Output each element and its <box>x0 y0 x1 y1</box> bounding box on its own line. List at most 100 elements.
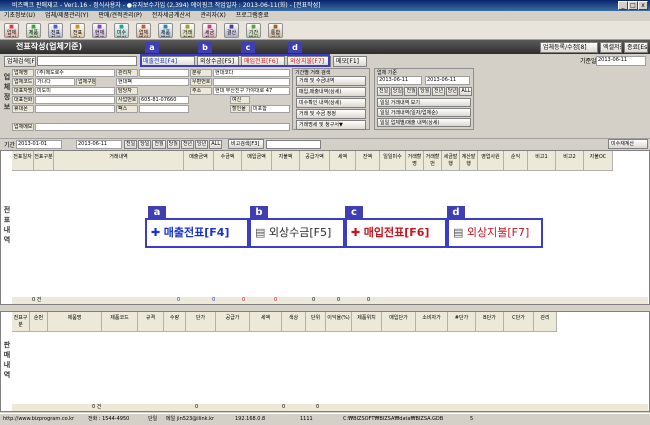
daily-trade-company-button[interactable]: 일일 거래내역(일자/업체순) <box>377 108 471 117</box>
field-biz-number[interactable]: 605-81-07660 <box>139 96 189 104</box>
column-header[interactable]: 수금액 <box>214 151 242 171</box>
daily-sales-detail-button[interactable]: 일일 업체별/매출 내역(상세) <box>377 118 471 127</box>
toolbar-inventory-button[interactable]: ■제품별재고 <box>158 23 173 38</box>
column-header[interactable]: #단가 <box>448 312 476 332</box>
period-quick-1[interactable]: 당일 <box>138 140 152 149</box>
column-header[interactable]: 매출금액 <box>184 151 214 171</box>
column-header[interactable]: 세액 <box>330 151 356 171</box>
field-category[interactable]: 현대코다 <box>213 69 290 77</box>
toolbar-tax-button[interactable]: ■세금계산서 <box>202 23 217 38</box>
column-header[interactable]: 관리 <box>534 312 557 332</box>
unpaid-detail-button[interactable]: 미수확인 내역(상세) <box>296 98 366 108</box>
filter-quick-4[interactable]: 전년 <box>431 87 445 96</box>
column-header[interactable]: 단가 <box>186 312 216 332</box>
field-company-code[interactable]: 가나다 <box>35 78 75 86</box>
column-header[interactable]: 수량 <box>164 312 186 332</box>
column-header[interactable]: 매입단가 <box>382 312 416 332</box>
column-header[interactable]: 단위 <box>306 312 326 332</box>
field-company-memo[interactable] <box>35 123 290 131</box>
toolbar-statement-button[interactable]: ■거래처명세 <box>180 23 195 38</box>
period-quick-2[interactable]: 전월 <box>152 140 166 149</box>
column-header[interactable]: 영업사원 <box>478 151 504 171</box>
toolbar-list-button[interactable]: ■전표리스트 <box>70 23 85 38</box>
column-header[interactable]: 순익 <box>504 151 528 171</box>
base-date-input[interactable]: 2013-06-11 <box>596 56 646 66</box>
column-header[interactable]: 제품명 <box>48 312 102 332</box>
column-header[interactable]: 세금발행 <box>442 151 460 171</box>
column-header[interactable]: 세액 <box>250 312 282 332</box>
column-header[interactable]: 계산발행 <box>460 151 478 171</box>
minimize-button[interactable]: _ <box>618 1 628 10</box>
toolbar-box-button[interactable]: ■제품관리 <box>26 23 41 38</box>
filter-quick-2[interactable]: 전월 <box>404 87 418 96</box>
unpaid-calc-button[interactable]: 미수채계산 <box>608 139 648 149</box>
column-header[interactable]: 거래할번 <box>424 151 442 171</box>
toolbar-chart-button[interactable]: ■ 결산 <box>224 23 239 38</box>
trade-detail-button[interactable]: 매입,매출내역(상세) <box>296 87 366 97</box>
trade-collect-button[interactable]: 거래 및 수금내역 <box>296 76 366 86</box>
column-header[interactable]: 이익율(%) <box>326 312 352 332</box>
exit-button[interactable]: 종료[Esc] <box>624 42 648 53</box>
toolbar-ledger-button[interactable]: ■업체별원장 <box>136 23 151 38</box>
filter-date-from[interactable]: 2013-06-11 <box>377 76 422 85</box>
field-address[interactable]: 현대 부산진구 가야대로 47 <box>213 87 290 95</box>
big-credit-collect-button[interactable]: ▤ 외상수금[F5] <box>249 218 345 248</box>
memo-button[interactable]: 메모[F1] <box>333 56 367 67</box>
period-quick-0[interactable]: 전일 <box>124 140 138 149</box>
column-header[interactable]: 전표일자 <box>12 151 34 171</box>
field-vat[interactable]: 미포함 <box>251 105 290 113</box>
menu-tax-invoice[interactable]: 전자세금계산서 <box>152 12 191 19</box>
filter-quick-5[interactable]: 당년 <box>445 87 459 96</box>
toolbar-search-button[interactable]: ■통합검색 <box>268 23 283 38</box>
column-header[interactable]: 공급가 <box>216 312 250 332</box>
column-header[interactable]: 규격 <box>138 312 164 332</box>
toolbar-stock-button[interactable]: ■현재재고 <box>92 23 107 38</box>
field-manager[interactable] <box>139 69 189 77</box>
column-header[interactable]: 순번 <box>30 312 48 332</box>
menu-basic[interactable]: 기초정보(U) <box>4 12 35 19</box>
field-mobile[interactable] <box>35 105 115 113</box>
column-header[interactable]: 잔액 <box>356 151 380 171</box>
column-header[interactable]: 전표구분 <box>12 312 30 332</box>
toolbar-document-button[interactable]: ■전표작성 <box>48 23 63 38</box>
toolbar-money-button[interactable]: ■미수미지급 <box>114 23 129 38</box>
big-credit-pay-button[interactable]: ▤ 외상지불[F7] <box>447 218 543 248</box>
status-url[interactable]: http://www.bizprogram.co.kr <box>3 414 74 425</box>
menu-exit[interactable]: 프로그램종료 <box>236 12 269 19</box>
field-zipcode[interactable] <box>213 78 290 86</box>
filter-quick-3[interactable]: 당월 <box>418 87 431 96</box>
field-phone[interactable] <box>35 96 115 104</box>
filter-date-to[interactable]: 2013-06-11 <box>425 76 470 85</box>
field-fax[interactable] <box>139 105 189 113</box>
filter-quick-1[interactable]: 당일 <box>390 87 404 96</box>
period-quick-5[interactable]: 당년 <box>195 140 209 149</box>
company-search-input[interactable] <box>37 56 137 66</box>
daily-trade-button[interactable]: 일일 거래내역 보기 <box>377 98 471 107</box>
menu-company-product[interactable]: 업체/제품관리(Y) <box>45 12 89 19</box>
column-header[interactable]: B단가 <box>476 312 504 332</box>
period-quick-3[interactable]: 당월 <box>166 140 180 149</box>
column-header[interactable]: 공급가액 <box>300 151 330 171</box>
filter-quick-0[interactable]: 전일 <box>377 87 390 96</box>
big-purchase-slip-button[interactable]: ✚ 매입전표[F6] <box>345 218 447 248</box>
period-quick-6[interactable]: ALL <box>209 140 223 149</box>
invoice-button[interactable]: 거래명세 및 청구서▼ <box>296 120 366 130</box>
column-header[interactable]: C단가 <box>504 312 534 332</box>
column-header[interactable]: 제품위치 <box>352 312 382 332</box>
excel-save-button[interactable]: 엑셀저장 <box>600 42 622 53</box>
column-header[interactable]: 지불OC <box>584 151 613 171</box>
column-header[interactable]: 제품코드 <box>102 312 138 332</box>
column-header[interactable]: 소비자가 <box>416 312 448 332</box>
menu-sales[interactable]: 판매/견적관리(P) <box>99 12 142 19</box>
big-sales-slip-button[interactable]: ✚ 매출전표[F4] <box>145 218 249 248</box>
field-ceo-name[interactable]: 미도미 <box>35 87 115 95</box>
menu-admin[interactable]: 관리자(X) <box>200 12 225 19</box>
memo-search-input[interactable] <box>266 140 321 149</box>
company-register-button[interactable]: 업체등록/수정[8] <box>540 42 598 53</box>
column-header[interactable]: 거래내역 <box>54 151 184 171</box>
trade-correct-button[interactable]: 거래 및 수금 정정 <box>296 109 366 119</box>
column-header[interactable]: 비고2 <box>556 151 584 171</box>
maximize-button[interactable]: □ <box>628 1 638 10</box>
toolbar-period-button[interactable]: ■기간별현황 <box>246 23 261 38</box>
field-company-name[interactable]: (주)메도로수 <box>35 69 115 77</box>
